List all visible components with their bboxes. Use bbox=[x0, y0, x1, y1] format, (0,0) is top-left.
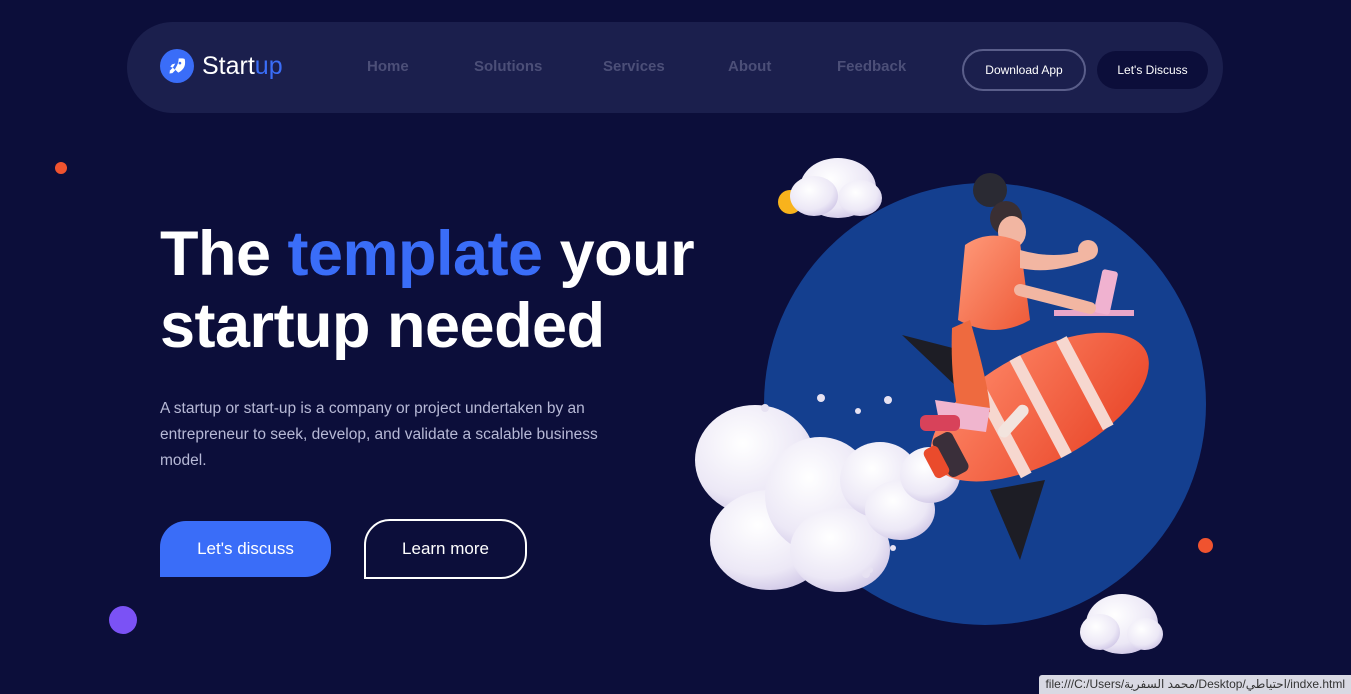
hero-title-part1: The bbox=[160, 219, 288, 289]
nav-item-home[interactable]: Home bbox=[367, 58, 409, 75]
logo-text-main: Start bbox=[202, 51, 255, 80]
rocket-icon bbox=[160, 49, 194, 83]
nav-item-services[interactable]: Services bbox=[603, 58, 665, 75]
download-app-button[interactable]: Download App bbox=[962, 49, 1086, 91]
nav-item-feedback[interactable]: Feedback bbox=[837, 58, 906, 75]
bottom-cloud bbox=[1080, 594, 1163, 654]
decorative-dot-purple bbox=[109, 606, 137, 634]
hero-title-part2: your bbox=[542, 219, 695, 289]
rocket-girl-illustration bbox=[690, 150, 1220, 660]
navbar: Startup Home Solutions Services About Fe… bbox=[127, 22, 1223, 113]
lets-discuss-button[interactable]: Let's discuss bbox=[160, 521, 331, 577]
nav-item-solutions[interactable]: Solutions bbox=[474, 58, 542, 75]
hero-title-line2: startup needed bbox=[160, 291, 605, 361]
learn-more-button[interactable]: Learn more bbox=[364, 519, 527, 579]
hero-title-accent: template bbox=[287, 219, 544, 289]
hero-description: A startup or start-up is a company or pr… bbox=[160, 400, 598, 469]
logo-text: Startup bbox=[202, 52, 283, 81]
top-cloud bbox=[790, 158, 882, 218]
logo-text-accent: up bbox=[254, 51, 283, 80]
status-bar-url: file:///C:/Users/محمد السفرية/Desktop/اح… bbox=[1039, 675, 1351, 694]
hero-title: The template your startup needed bbox=[160, 218, 695, 362]
logo[interactable]: Startup bbox=[160, 49, 283, 83]
lets-discuss-nav-button[interactable]: Let's Discuss bbox=[1097, 51, 1208, 89]
decorative-dot-orange bbox=[55, 162, 67, 174]
nav-item-about[interactable]: About bbox=[728, 58, 771, 75]
